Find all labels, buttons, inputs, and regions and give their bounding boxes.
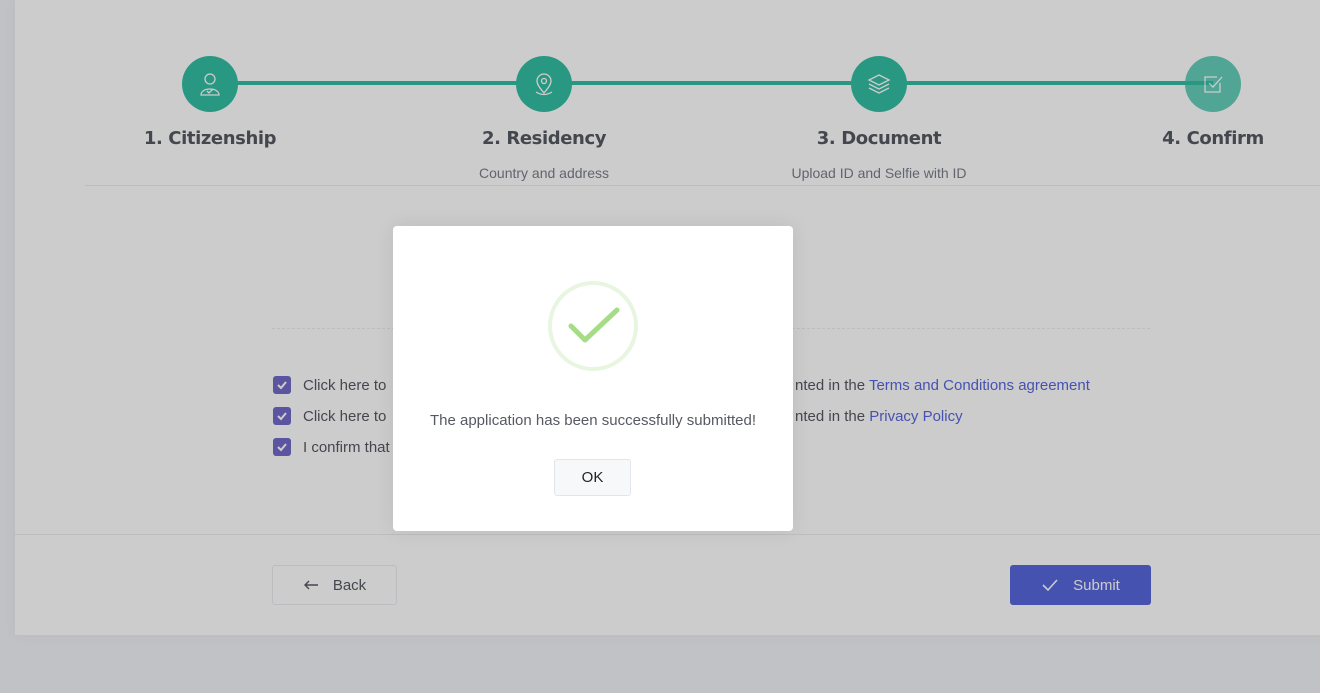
ok-button[interactable]: OK <box>554 459 631 496</box>
success-check-icon <box>567 306 621 346</box>
success-modal: The application has been successfully su… <box>393 226 793 531</box>
modal-message: The application has been successfully su… <box>429 412 756 429</box>
